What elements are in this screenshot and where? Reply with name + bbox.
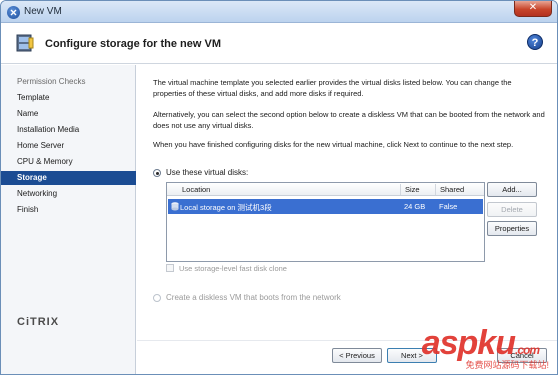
next-step-paragraph: When you have finished configuring disks…	[153, 140, 514, 149]
column-shared[interactable]: Shared	[440, 185, 464, 194]
watermark-subtitle: 免费网站源码下载站!	[465, 360, 549, 370]
close-window-button[interactable]: ✕	[514, 1, 552, 17]
step-name[interactable]: Name	[1, 107, 136, 121]
virtual-disks-grid[interactable]: Location Size Shared Local storage on 测试…	[166, 182, 485, 262]
citrix-logo: CiTRIX	[17, 316, 60, 328]
step-finish[interactable]: Finish	[1, 203, 136, 217]
grid-header: Location Size Shared	[167, 183, 484, 196]
intro-paragraph: The virtual machine template you selecte…	[153, 78, 512, 98]
column-location[interactable]: Location	[182, 185, 210, 194]
previous-button[interactable]: < Previous	[332, 348, 382, 363]
fast-clone-checkbox[interactable]	[166, 264, 174, 272]
step-storage[interactable]: Storage	[1, 171, 136, 185]
watermark-text: aspku	[421, 324, 516, 362]
help-icon[interactable]: ?	[527, 34, 543, 50]
column-separator	[435, 184, 436, 195]
disk-properties-button[interactable]: Properties	[487, 221, 537, 236]
wizard-header: Configure storage for the new VM ?	[1, 23, 557, 64]
step-home-server[interactable]: Home Server	[1, 139, 136, 153]
diskless-radio[interactable]	[153, 294, 161, 302]
window-title: New VM	[24, 6, 62, 17]
disk-shared: False	[439, 202, 458, 211]
watermark-suffix: .com	[514, 343, 540, 357]
step-template[interactable]: Template	[1, 91, 136, 105]
close-icon[interactable]: ✕	[515, 2, 551, 13]
column-size[interactable]: Size	[405, 185, 420, 194]
step-installation-media[interactable]: Installation Media	[1, 123, 136, 137]
diskless-label[interactable]: Create a diskless VM that boots from the…	[166, 293, 341, 302]
xencenter-icon	[7, 6, 20, 19]
use-disks-radio[interactable]	[153, 169, 161, 177]
disk-icon	[171, 202, 179, 211]
new-vm-window: New VM ✕ Configure storage for the new V…	[0, 0, 558, 375]
add-disk-button[interactable]: Add...	[487, 182, 537, 197]
delete-disk-button[interactable]: Delete	[487, 202, 537, 217]
table-row[interactable]: Local storage on 测试机3段 24 GB False	[168, 199, 483, 214]
wizard-steps-sidebar: Permission Checks Template Name Installa…	[1, 65, 136, 374]
diskless-paragraph: Alternatively, you can select the second…	[153, 110, 545, 130]
step-networking[interactable]: Networking	[1, 187, 136, 201]
disk-size: 24 GB	[404, 202, 426, 211]
page-title: Configure storage for the new VM	[45, 38, 222, 50]
disk-location: Local storage on 测试机3段	[180, 203, 272, 212]
step-permission-checks[interactable]: Permission Checks	[1, 75, 136, 89]
title-bar: New VM ✕	[1, 1, 557, 23]
column-separator	[400, 184, 401, 195]
use-disks-label[interactable]: Use these virtual disks:	[166, 168, 248, 177]
storage-icon	[16, 34, 34, 52]
fast-clone-label: Use storage-level fast disk clone	[179, 264, 287, 273]
step-cpu-memory[interactable]: CPU & Memory	[1, 155, 136, 169]
